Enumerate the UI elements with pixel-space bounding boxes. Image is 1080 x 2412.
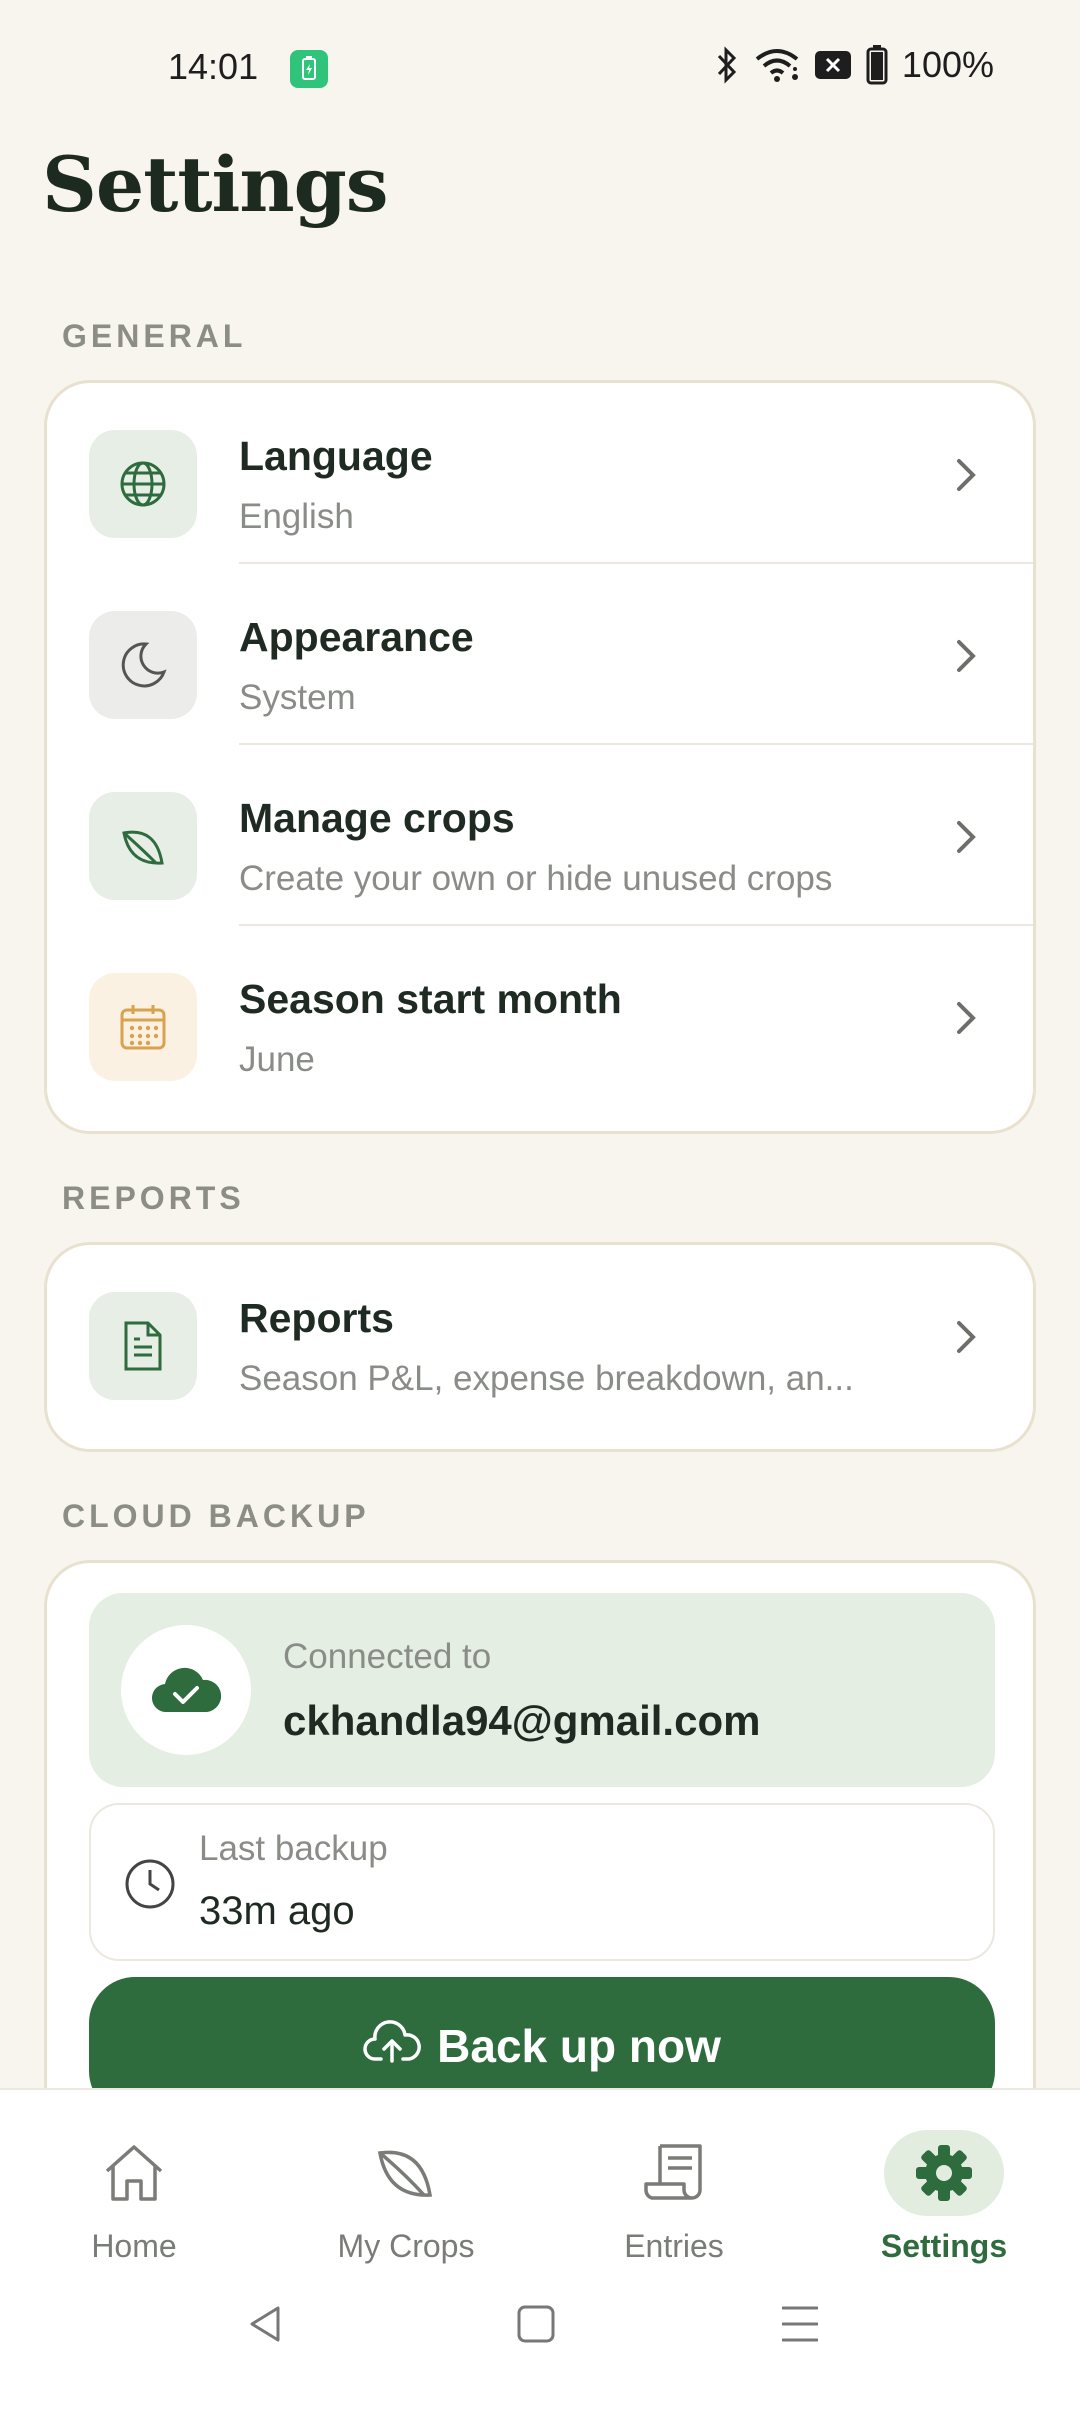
row-title: Appearance <box>239 614 474 660</box>
settings-row-manage-crops[interactable]: Manage crops Create your own or hide unu… <box>47 745 1033 926</box>
row-title: Reports <box>239 1295 394 1341</box>
row-subtitle: June <box>239 1040 315 1079</box>
system-navigation-bar <box>0 2302 1080 2392</box>
general-card: Language English Appearance System Manag… <box>44 380 1036 1134</box>
last-backup-label: Last backup <box>199 1829 388 1868</box>
status-bar: 14:01 100% <box>0 0 1080 140</box>
nav-label: My Crops <box>337 2228 475 2264</box>
row-subtitle: Season P&L, expense breakdown, an... <box>239 1359 854 1398</box>
clock-icon <box>125 1859 175 1909</box>
home-button-icon[interactable] <box>514 2302 558 2346</box>
chevron-right-icon <box>957 1002 976 1034</box>
menu-icon[interactable] <box>778 2302 822 2346</box>
settings-row-season-start[interactable]: Season start month June <box>47 926 1033 1107</box>
battery-saver-icon <box>290 50 328 88</box>
wifi-icon <box>755 49 799 82</box>
row-title: Manage crops <box>239 795 515 841</box>
calendar-icon <box>89 973 197 1081</box>
battery-percent: 100% <box>901 44 994 85</box>
last-backup-value: 33m ago <box>199 1889 355 1933</box>
section-label-reports: REPORTS <box>62 1180 245 1216</box>
cloud-upload-icon <box>363 2020 422 2063</box>
cloud-check-icon <box>121 1625 251 1755</box>
nav-home[interactable]: Home <box>34 2130 234 2265</box>
home-icon <box>74 2130 194 2216</box>
status-time: 14:01 <box>168 46 259 87</box>
leaf-icon <box>346 2130 466 2216</box>
no-sim-icon <box>814 51 851 79</box>
nav-entries[interactable]: Entries <box>574 2130 774 2265</box>
globe-icon <box>89 430 197 538</box>
chevron-right-icon <box>957 821 976 853</box>
nav-label: Settings <box>880 2228 1008 2264</box>
chevron-right-icon <box>957 459 976 491</box>
row-subtitle: English <box>239 497 354 536</box>
section-label-general: GENERAL <box>62 318 247 354</box>
last-backup-panel: Last backup 33m ago <box>89 1803 995 1961</box>
row-subtitle: System <box>239 678 356 717</box>
page-title: Settings <box>42 140 389 229</box>
battery-icon <box>866 45 888 85</box>
section-label-cloud-backup: CLOUD BACKUP <box>62 1498 370 1534</box>
reports-card: Reports Season P&L, expense breakdown, a… <box>44 1242 1036 1452</box>
settings-row-reports[interactable]: Reports Season P&L, expense breakdown, a… <box>47 1245 1033 1449</box>
back-icon[interactable] <box>244 2302 288 2346</box>
back-up-now-label: Back up now <box>437 2020 721 2072</box>
settings-row-appearance[interactable]: Appearance System <box>47 564 1033 745</box>
bluetooth-icon <box>717 46 737 84</box>
row-title: Language <box>239 433 433 479</box>
row-subtitle: Create your own or hide unused crops <box>239 859 833 898</box>
account-email: ckhandla94@gmail.com <box>283 1697 761 1744</box>
nav-settings[interactable]: Settings <box>844 2130 1044 2265</box>
receipt-icon <box>614 2130 734 2216</box>
document-icon <box>89 1292 197 1400</box>
nav-label: Home <box>91 2228 177 2264</box>
cloud-backup-card: Connected to ckhandla94@gmail.com Last b… <box>44 1560 1036 2180</box>
nav-label: Entries <box>624 2228 724 2264</box>
backup-account-panel: Connected to ckhandla94@gmail.com <box>89 1593 995 1787</box>
leaf-icon <box>89 792 197 900</box>
chevron-right-icon <box>957 640 976 672</box>
chevron-right-icon <box>957 1321 976 1353</box>
settings-row-language[interactable]: Language English <box>47 383 1033 564</box>
nav-my-crops[interactable]: My Crops <box>306 2130 506 2265</box>
connected-label: Connected to <box>283 1637 492 1676</box>
status-icons: 100% <box>714 44 994 86</box>
gear-icon <box>884 2130 1004 2216</box>
row-title: Season start month <box>239 976 622 1022</box>
moon-icon <box>89 611 197 719</box>
